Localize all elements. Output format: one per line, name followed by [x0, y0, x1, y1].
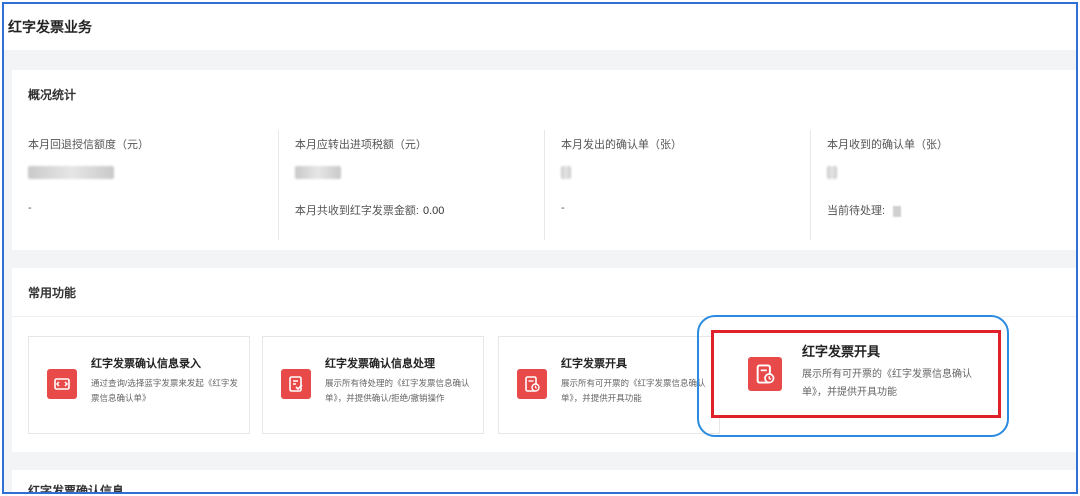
- stat-foot-label: 本月共收到红字发票金额:: [294, 205, 419, 217]
- func-issue-invoice-highlight[interactable]: 红字发票开具 展示所有可开票的《红字发票信息确认单》，并提供开具功能: [711, 330, 1001, 418]
- stat-foot-label: 当前待处理:: [826, 205, 886, 217]
- func-desc: 展示所有可开票的《红字发票信息确认单》，并提供开具功能: [802, 369, 972, 398]
- page-title: 红字发票业务: [4, 4, 1076, 50]
- functions-title: 常用功能: [28, 286, 77, 300]
- arrows-exchange-icon: [47, 369, 77, 399]
- stat-value-redacted: [560, 164, 810, 180]
- stat-value-redacted: [826, 164, 1076, 180]
- func-desc: 展示所有可开票的《红字发票信息确认单》，并提供开具功能: [561, 378, 706, 403]
- func-desc: 通过查询/选择蓝字发票来发起《红字发票信息确认单》: [91, 378, 238, 403]
- stat-foot: 当前待处理:: [826, 202, 902, 218]
- stat-foot-value: 0.00: [422, 205, 445, 217]
- func-name: 红字发票确认信息处理: [325, 358, 435, 370]
- stat-received-confirmations: 本月收到的确认单（张） 当前待处理:: [809, 130, 1076, 240]
- func-name: 红字发票确认信息录入: [91, 358, 201, 370]
- stat-foot: 本月共收到红字发票金额: 0.00: [295, 202, 444, 218]
- func-name: 红字发票开具: [561, 358, 627, 370]
- stat-foot: -: [560, 202, 565, 214]
- stat-label: 本月应转出进项税额（元）: [294, 139, 427, 151]
- func-desc: 展示所有待处理的《红字发票信息确认单》，并提供确认/拒绝/撤销操作: [325, 378, 470, 403]
- stat-foot: -: [28, 202, 32, 214]
- func-issue-invoice[interactable]: 红字发票开具 展示所有可开票的《红字发票信息确认单》，并提供开具功能: [498, 336, 720, 434]
- stat-sent-confirmations: 本月发出的确认单（张） -: [543, 130, 810, 240]
- stat-value-redacted: [28, 164, 278, 180]
- func-confirm-process[interactable]: 红字发票确认信息处理 展示所有待处理的《红字发票信息确认单》，并提供确认/拒绝/…: [262, 336, 484, 434]
- pending-count-redacted: [893, 205, 902, 217]
- stat-credit-returned: 本月回退授信额度（元） -: [12, 130, 278, 240]
- confirmation-info-title: 红字发票确认信息: [28, 484, 125, 494]
- func-confirm-entry[interactable]: 红字发票确认信息录入 通过查询/选择蓝字发票来发起《红字发票信息确认单》: [28, 336, 250, 434]
- document-check-icon: [281, 369, 311, 399]
- stats-panel: 概况统计 本月回退授信额度（元） - 本月应转出进项税额（元） 本月共收到红字发…: [12, 70, 1076, 250]
- stat-label: 本月发出的确认单（张）: [560, 139, 682, 151]
- invoice-clock-icon: [748, 357, 782, 391]
- stat-label: 本月收到的确认单（张）: [826, 139, 948, 151]
- stat-tax-transfer: 本月应转出进项税额（元） 本月共收到红字发票金额: 0.00: [277, 130, 544, 240]
- stat-value-redacted: [294, 164, 544, 180]
- invoice-clock-icon: [517, 369, 547, 399]
- func-name: 红字发票开具: [802, 344, 881, 359]
- confirmation-info-panel: 红字发票确认信息: [12, 470, 1076, 494]
- stats-title: 概况统计: [28, 88, 77, 102]
- stat-label: 本月回退授信额度（元）: [28, 139, 149, 151]
